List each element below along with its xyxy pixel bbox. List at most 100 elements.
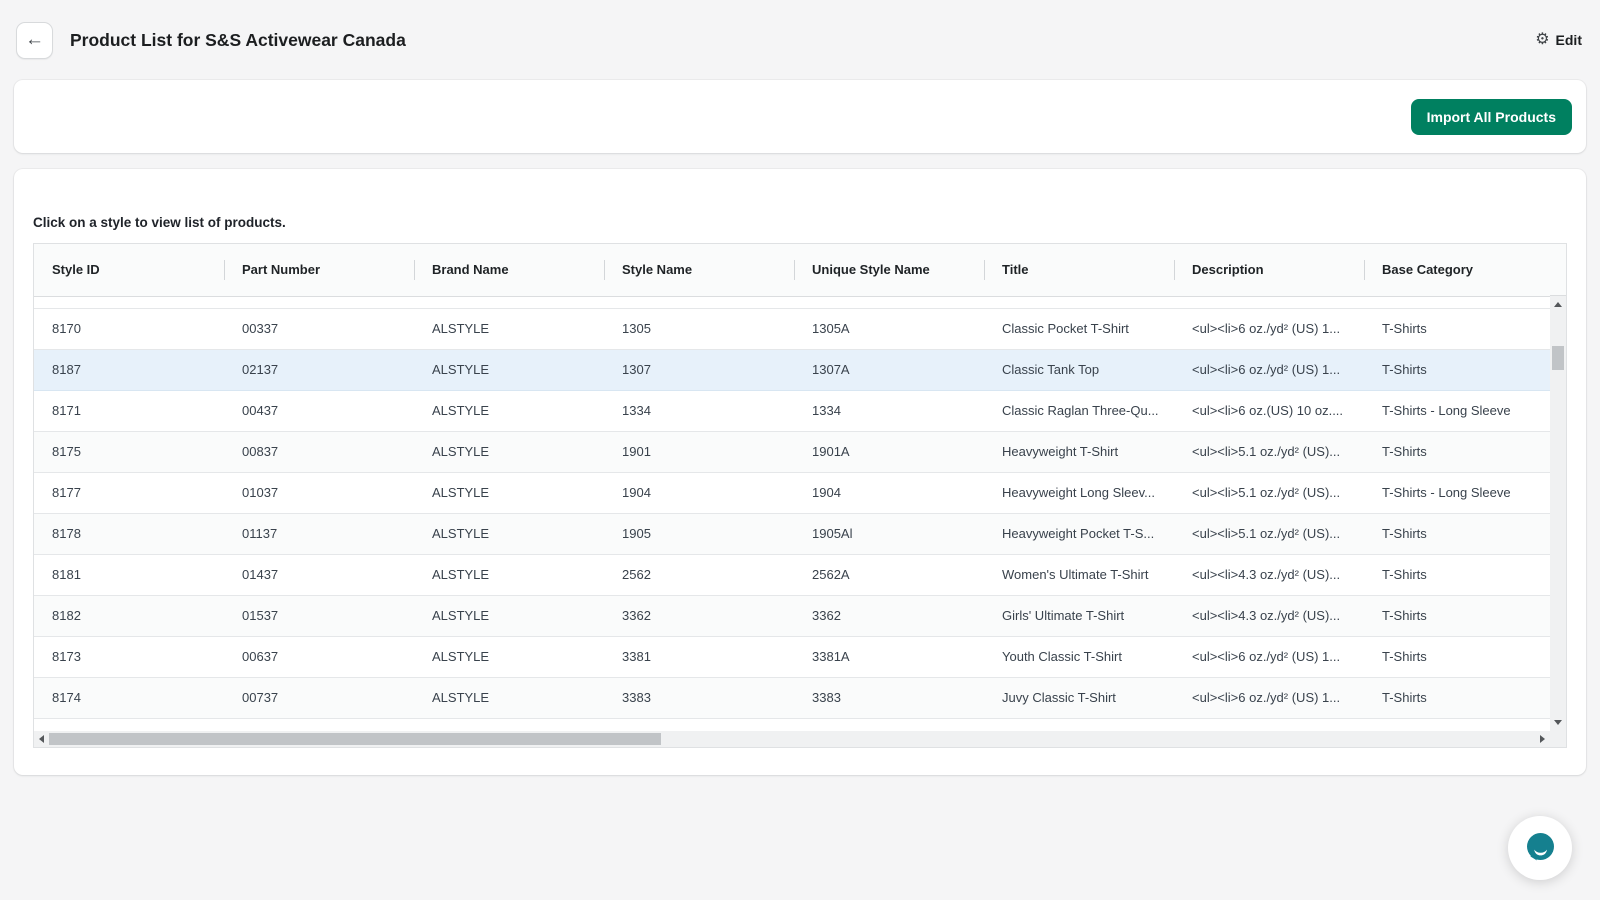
table-row[interactable]: 8177 01037 ALSTYLE 1904 1904 Heavyweight… — [34, 472, 1550, 513]
cell-base-category[interactable]: T-Shirts — [1364, 595, 1550, 636]
cell-brand-name[interactable]: ALSTYLE — [414, 431, 604, 472]
cell-title[interactable]: Women's Ultimate T-Shirt — [984, 554, 1174, 595]
table-row[interactable]: 8178 01137 ALSTYLE 1905 1905Al Heavyweig… — [34, 513, 1550, 554]
cell-unique-style-name[interactable]: 3381A — [794, 636, 984, 677]
cell-style-name[interactable]: 2562 — [604, 554, 794, 595]
cell-part-number[interactable]: 01437 — [224, 554, 414, 595]
vscroll-down-arrow-icon[interactable] — [1554, 720, 1562, 725]
hscroll-right-arrow-icon[interactable] — [1540, 735, 1545, 743]
cell-style-name[interactable]: 1904 — [604, 472, 794, 513]
cell-base-category[interactable]: T-Shirts — [1364, 554, 1550, 595]
cell-base-category[interactable]: T-Shirts — [1364, 636, 1550, 677]
cell-unique-style-name[interactable]: 1905Al — [794, 513, 984, 554]
cell-unique-style-name[interactable]: 1307A — [794, 349, 984, 390]
edit-button[interactable]: ⚙ Edit — [1535, 32, 1582, 48]
hscroll-thumb[interactable] — [49, 733, 661, 745]
cell-description[interactable]: <ul><li>6 oz./yd² (US) 1... — [1174, 308, 1364, 349]
vscroll-up-arrow-icon[interactable] — [1554, 302, 1562, 307]
hscroll-left-arrow-icon[interactable] — [39, 735, 44, 743]
cell-unique-style-name[interactable]: 1904 — [794, 472, 984, 513]
cell-description[interactable]: <ul><li>5.1 oz./yd² (US)... — [1174, 513, 1364, 554]
cell-unique-style-name[interactable]: 2562A — [794, 554, 984, 595]
cell-brand-name[interactable]: ALSTYLE — [414, 595, 604, 636]
cell-part-number[interactable]: 00837 — [224, 431, 414, 472]
cell-part-number[interactable]: 01037 — [224, 472, 414, 513]
cell-title[interactable]: Girls' Ultimate T-Shirt — [984, 595, 1174, 636]
cell-title[interactable]: Classic Raglan Three-Qu... — [984, 390, 1174, 431]
cell-base-category[interactable]: T-Shirts - Long Sleeve — [1364, 390, 1550, 431]
back-button[interactable]: ← — [16, 22, 53, 59]
vscroll-thumb[interactable] — [1552, 346, 1564, 370]
cell-base-category[interactable]: T-Shirts — [1364, 677, 1550, 718]
cell-base-category[interactable]: T-Shirts — [1364, 513, 1550, 554]
cell-title[interactable]: Heavyweight Long Sleev... — [984, 472, 1174, 513]
cell-description[interactable]: <ul><li>5.1 oz./yd² (US)... — [1174, 472, 1364, 513]
cell-style-id[interactable]: 8181 — [34, 554, 224, 595]
cell-style-name[interactable]: 1307 — [604, 349, 794, 390]
cell-unique-style-name[interactable]: 1901A — [794, 431, 984, 472]
cell-brand-name[interactable]: ALSTYLE — [414, 677, 604, 718]
table-row[interactable]: 8175 00837 ALSTYLE 1901 1901A Heavyweigh… — [34, 431, 1550, 472]
cell-base-category[interactable]: T-Shirts - Long Sleeve — [1364, 472, 1550, 513]
cell-description[interactable]: <ul><li>4.3 oz./yd² (US)... — [1174, 554, 1364, 595]
cell-part-number[interactable]: 00337 — [224, 308, 414, 349]
cell-style-id[interactable]: 8178 — [34, 513, 224, 554]
table-row[interactable]: 8182 01537 ALSTYLE 3362 3362 Girls' Ulti… — [34, 595, 1550, 636]
cell-description[interactable]: <ul><li>6 oz.(US) 10 oz.... — [1174, 390, 1364, 431]
cell-part-number[interactable]: 01137 — [224, 513, 414, 554]
cell-style-name[interactable]: 3362 — [604, 595, 794, 636]
cell-part-number[interactable]: 02137 — [224, 349, 414, 390]
table-row-highlighted[interactable]: 8187 02137 ALSTYLE 1307 1307A Classic Ta… — [34, 349, 1550, 390]
cell-title[interactable]: Heavyweight Pocket T-S... — [984, 513, 1174, 554]
table-row[interactable]: 8173 00637 ALSTYLE 3381 3381A Youth Clas… — [34, 636, 1550, 677]
cell-title[interactable]: Heavyweight T-Shirt — [984, 431, 1174, 472]
table-row[interactable]: 8171 00437 ALSTYLE 1334 1334 Classic Rag… — [34, 390, 1550, 431]
vertical-scrollbar[interactable] — [1550, 296, 1566, 731]
cell-brand-name[interactable]: ALSTYLE — [414, 554, 604, 595]
cell-base-category[interactable]: T-Shirts — [1364, 349, 1550, 390]
cell-part-number[interactable]: 00437 — [224, 390, 414, 431]
cell-style-id[interactable]: 8177 — [34, 472, 224, 513]
cell-unique-style-name[interactable]: 3362 — [794, 595, 984, 636]
cell-part-number[interactable]: 01537 — [224, 595, 414, 636]
cell-style-id[interactable]: 8171 — [34, 390, 224, 431]
cell-unique-style-name[interactable]: 1305A — [794, 308, 984, 349]
cell-style-id[interactable]: 8174 — [34, 677, 224, 718]
cell-unique-style-name[interactable]: 1334 — [794, 390, 984, 431]
cell-description[interactable]: <ul><li>6 oz./yd² (US) 1... — [1174, 636, 1364, 677]
table-row[interactable]: 8170 00337 ALSTYLE 1305 1305A Classic Po… — [34, 308, 1550, 349]
cell-style-name[interactable]: 1901 — [604, 431, 794, 472]
cell-title[interactable]: Juvy Classic T-Shirt — [984, 677, 1174, 718]
cell-style-name[interactable]: 1334 — [604, 390, 794, 431]
cell-brand-name[interactable]: ALSTYLE — [414, 513, 604, 554]
cell-brand-name[interactable]: ALSTYLE — [414, 636, 604, 677]
table-row[interactable]: 8174 00737 ALSTYLE 3383 3383 Juvy Classi… — [34, 677, 1550, 718]
cell-style-id[interactable]: 8173 — [34, 636, 224, 677]
cell-unique-style-name[interactable]: 3383 — [794, 677, 984, 718]
cell-style-name[interactable]: 1905 — [604, 513, 794, 554]
cell-style-name[interactable]: 1305 — [604, 308, 794, 349]
cell-description[interactable]: <ul><li>5.1 oz./yd² (US)... — [1174, 431, 1364, 472]
import-all-products-button[interactable]: Import All Products — [1411, 99, 1572, 135]
cell-style-id[interactable]: 8170 — [34, 308, 224, 349]
cell-description[interactable]: <ul><li>4.3 oz./yd² (US)... — [1174, 595, 1364, 636]
cell-brand-name[interactable]: ALSTYLE — [414, 472, 604, 513]
cell-description[interactable]: <ul><li>6 oz./yd² (US) 1... — [1174, 349, 1364, 390]
cell-style-name[interactable]: 3381 — [604, 636, 794, 677]
cell-brand-name[interactable]: ALSTYLE — [414, 308, 604, 349]
table-row[interactable]: 8181 01437 ALSTYLE 2562 2562A Women's Ul… — [34, 554, 1550, 595]
chat-launcher-button[interactable] — [1508, 816, 1572, 880]
cell-style-id[interactable]: 8175 — [34, 431, 224, 472]
cell-part-number[interactable]: 00637 — [224, 636, 414, 677]
cell-brand-name[interactable]: ALSTYLE — [414, 349, 604, 390]
cell-part-number[interactable]: 00737 — [224, 677, 414, 718]
cell-style-id[interactable]: 8187 — [34, 349, 224, 390]
cell-description[interactable]: <ul><li>6 oz./yd² (US) 1... — [1174, 677, 1364, 718]
cell-title[interactable]: Classic Pocket T-Shirt — [984, 308, 1174, 349]
cell-brand-name[interactable]: ALSTYLE — [414, 390, 604, 431]
cell-style-name[interactable]: 3383 — [604, 677, 794, 718]
horizontal-scrollbar[interactable] — [34, 731, 1550, 747]
cell-title[interactable]: Classic Tank Top — [984, 349, 1174, 390]
cell-style-id[interactable]: 8182 — [34, 595, 224, 636]
partially-scrolled-row[interactable] — [34, 296, 1550, 308]
